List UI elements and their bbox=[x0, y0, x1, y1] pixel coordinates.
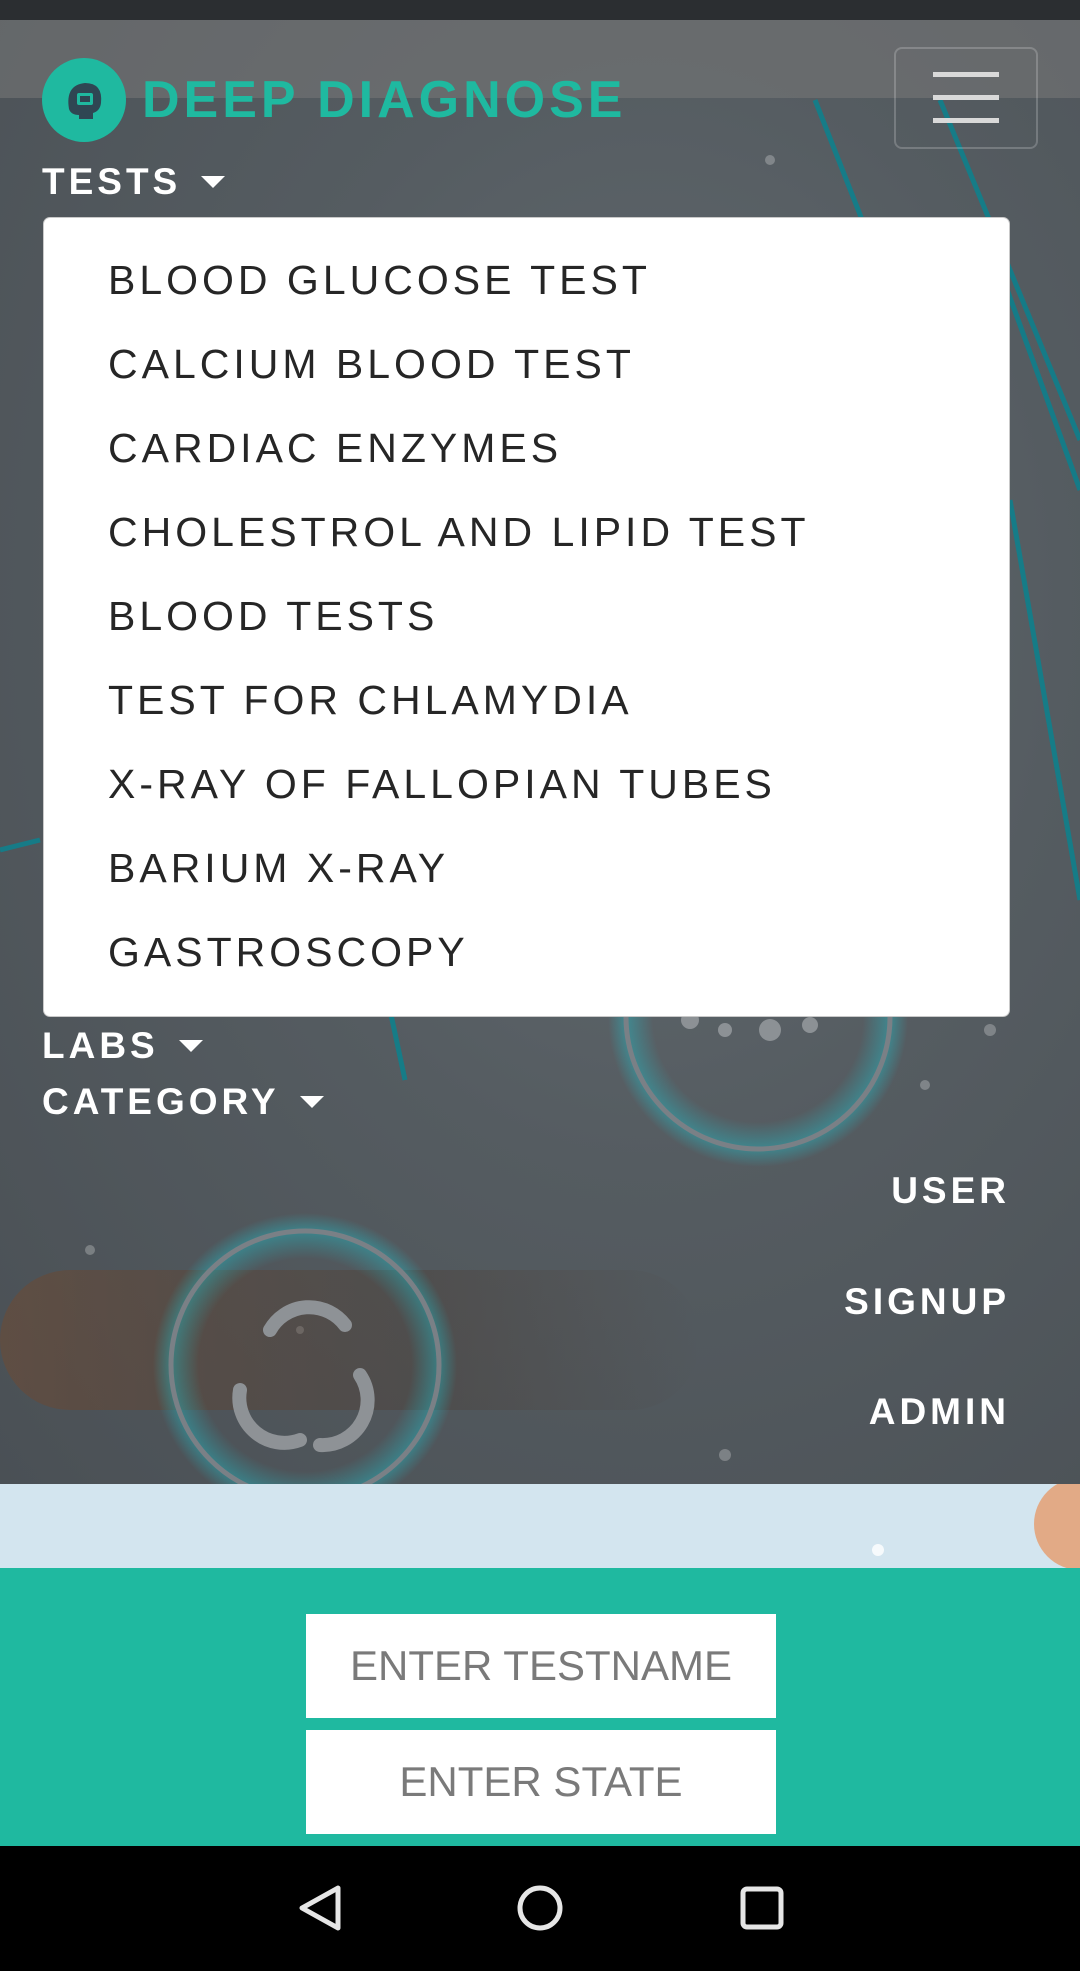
dropdown-item[interactable]: BARIUM X-RAY bbox=[44, 826, 1009, 910]
system-navigation-bar bbox=[0, 1846, 1080, 1971]
dropdown-item[interactable]: CARDIAC ENZYMES bbox=[44, 406, 1009, 490]
caret-down-icon bbox=[201, 176, 226, 188]
brand[interactable]: DEEP DIAGNOSE bbox=[42, 58, 626, 142]
nav-labs-label: LABS bbox=[42, 1025, 159, 1066]
divider-decoration bbox=[872, 1484, 1080, 1568]
section-divider bbox=[0, 1484, 1080, 1568]
nav-user[interactable]: USER bbox=[891, 1169, 1010, 1213]
nav-tests[interactable]: TESTS bbox=[42, 160, 226, 204]
nav-category[interactable]: CATEGORY bbox=[42, 1080, 324, 1124]
search-section bbox=[0, 1568, 1080, 1846]
dropdown-item[interactable]: TEST FOR CHLAMYDIA bbox=[44, 658, 1009, 742]
nav-category-label: CATEGORY bbox=[42, 1081, 280, 1122]
status-bar bbox=[0, 0, 1080, 20]
nav-signup[interactable]: SIGNUP bbox=[844, 1280, 1010, 1324]
brain-scan-icon bbox=[42, 58, 126, 142]
state-input[interactable] bbox=[306, 1730, 776, 1834]
nav-signup-label: SIGNUP bbox=[844, 1281, 1010, 1322]
nav-labs[interactable]: LABS bbox=[42, 1024, 203, 1068]
tests-dropdown-menu: BLOOD GLUCOSE TEST CALCIUM BLOOD TEST CA… bbox=[43, 217, 1010, 1017]
nav-admin[interactable]: ADMIN bbox=[869, 1390, 1010, 1434]
nav-admin-label: ADMIN bbox=[868, 1391, 1010, 1432]
recents-square-icon[interactable] bbox=[720, 1866, 804, 1950]
brand-name: DEEP DIAGNOSE bbox=[142, 71, 627, 129]
home-circle-icon[interactable] bbox=[498, 1866, 582, 1950]
dropdown-item[interactable]: BLOOD GLUCOSE TEST bbox=[44, 238, 1009, 322]
dropdown-item[interactable]: GASTROSCOPY bbox=[44, 910, 1009, 994]
dropdown-item[interactable]: X-RAY OF FALLOPIAN TUBES bbox=[44, 742, 1009, 826]
hamburger-menu-icon[interactable] bbox=[894, 47, 1038, 149]
caret-down-icon bbox=[178, 1040, 203, 1052]
back-triangle-icon[interactable] bbox=[278, 1866, 362, 1950]
testname-input[interactable] bbox=[306, 1614, 776, 1718]
caret-down-icon bbox=[299, 1096, 324, 1108]
dropdown-item[interactable]: BLOOD TESTS bbox=[44, 574, 1009, 658]
nav-tests-label: TESTS bbox=[42, 161, 182, 202]
nav-user-label: USER bbox=[891, 1170, 1010, 1211]
dropdown-item[interactable]: CALCIUM BLOOD TEST bbox=[44, 322, 1009, 406]
app-screen: DEEP DIAGNOSE TESTS BLOOD GLUCOSE TEST C… bbox=[0, 0, 1080, 1971]
dropdown-item[interactable]: CHOLESTROL AND LIPID TEST bbox=[44, 490, 1009, 574]
